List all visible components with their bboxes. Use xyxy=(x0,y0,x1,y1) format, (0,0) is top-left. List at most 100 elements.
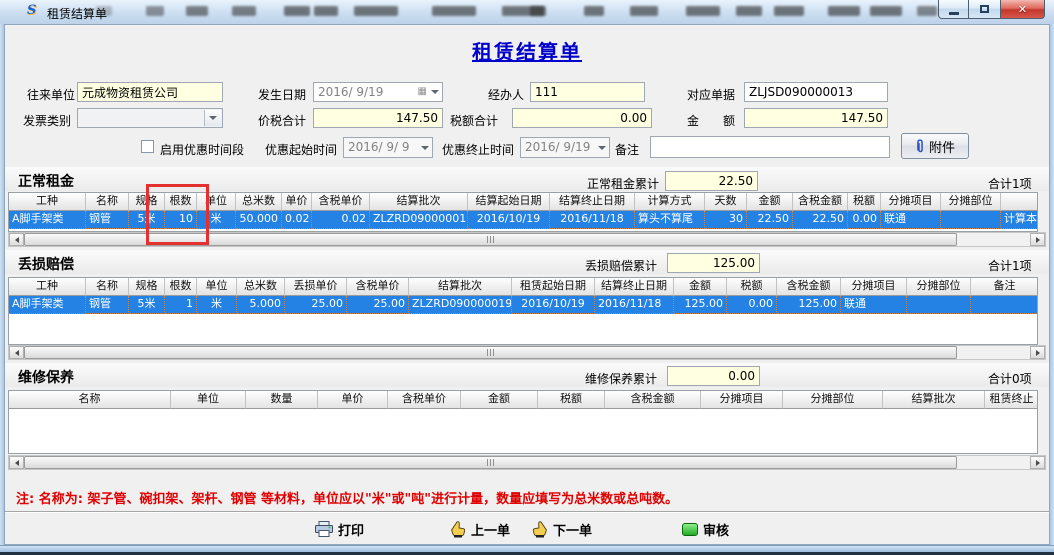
scrollbar-grip-icon xyxy=(487,236,495,243)
table-row[interactable]: A脚手架类钢管5米1米5.00025.0025.00ZLZRD090000019… xyxy=(9,296,1037,314)
operator-input[interactable] xyxy=(530,82,645,102)
discount-period-label: 启用优惠时间段 xyxy=(160,141,244,158)
column-header: 总米数 xyxy=(236,193,282,211)
section-title-maintenance: 维修保养 xyxy=(18,367,74,387)
scrollbar-grip-icon xyxy=(487,349,495,356)
column-header: 备注 xyxy=(971,278,1038,296)
close-button[interactable]: ✕ xyxy=(1000,0,1045,19)
discount-start-picker[interactable]: 2016/ 9/ 9 xyxy=(343,137,433,158)
scroll-left-button[interactable] xyxy=(9,346,24,359)
table-cell: A脚手架类 xyxy=(9,296,86,314)
operator-label: 经办人 xyxy=(488,86,524,103)
table-row[interactable]: A脚手架类钢管5米10米50.0000.020.02ZLZRD090000019… xyxy=(9,211,1037,229)
background-menu-blur xyxy=(530,6,546,16)
maximize-button[interactable] xyxy=(969,0,1000,19)
column-header: 金额 xyxy=(461,391,538,409)
window-border-right xyxy=(1050,24,1054,545)
column-header: 单价 xyxy=(318,391,388,409)
column-header: 税额 xyxy=(727,278,777,296)
table-cell: 米 xyxy=(197,211,236,229)
column-header: 名称 xyxy=(86,193,129,211)
column-header: 分摊项目 xyxy=(701,391,783,409)
normal-rent-total-label: 正常租金累计 xyxy=(587,175,659,192)
table-cell: 0.02 xyxy=(312,211,370,229)
discount-period-checkbox[interactable] xyxy=(141,140,154,153)
scrollbar-thumb[interactable] xyxy=(24,346,957,359)
previous-record-button[interactable]: 上一单 xyxy=(450,518,510,540)
table-cell xyxy=(971,296,1038,314)
arrow-right-icon xyxy=(1036,460,1040,466)
discount-end-picker[interactable]: 2016/ 9/19 xyxy=(520,137,610,158)
invoice-type-select[interactable] xyxy=(77,108,223,128)
column-header: 单位 xyxy=(197,278,237,296)
background-menu-blur xyxy=(736,6,762,16)
column-header: 分摊部位 xyxy=(907,278,971,296)
column-header: 含税单价 xyxy=(347,278,409,296)
page-title: 租赁结算单 xyxy=(0,36,1054,65)
dropdown-icons xyxy=(421,138,429,157)
table-cell: 5米 xyxy=(129,211,165,229)
arrow-right-icon xyxy=(1036,350,1040,356)
hand-up-icon xyxy=(450,521,466,538)
scrollbar-grip-icon xyxy=(487,459,495,466)
print-button-label: 打印 xyxy=(338,520,364,539)
tax-amount-field[interactable]: 0.00 xyxy=(512,108,652,128)
table-cell: 22.50 xyxy=(793,211,848,229)
table-cell: 50.000 xyxy=(236,211,282,229)
amount-field[interactable]: 147.50 xyxy=(744,108,888,128)
maintenance-count: 合计0项 xyxy=(988,370,1032,387)
calendar-dropdown-icons: ▦ xyxy=(418,83,439,101)
scroll-left-button[interactable] xyxy=(9,233,24,246)
background-menu-blur xyxy=(686,6,720,16)
scroll-right-button[interactable] xyxy=(1030,346,1045,359)
print-button[interactable]: 打印 xyxy=(315,518,364,540)
attachment-button[interactable]: 附件 xyxy=(901,133,969,159)
maintenance-h-scrollbar[interactable] xyxy=(8,455,1046,470)
footer-note: 注: 名称为: 架子管、碗扣架、架杆、钢管 等材料，单位应以"米"或"吨"进行计… xyxy=(16,488,678,507)
column-header: 结算批次 xyxy=(883,391,985,409)
table-cell: 算头不算尾 xyxy=(635,211,705,229)
partner-input[interactable] xyxy=(77,82,223,102)
column-header: 含税金额 xyxy=(605,391,701,409)
normal-rent-h-scrollbar[interactable] xyxy=(8,232,1046,247)
scrollbar-thumb[interactable] xyxy=(24,456,957,469)
column-header: 结算终止日期 xyxy=(550,193,635,211)
column-header: 租赁终止 xyxy=(985,391,1038,409)
column-header: 含税金额 xyxy=(777,278,841,296)
table-cell: 2016/11/18 xyxy=(595,296,674,314)
scroll-right-button[interactable] xyxy=(1030,233,1045,246)
chevron-down-icon xyxy=(421,146,429,150)
paperclip-icon xyxy=(915,138,925,154)
background-menu-blur xyxy=(774,6,804,16)
tax-total-field[interactable]: 147.50 xyxy=(313,108,443,128)
background-menu-blur xyxy=(828,6,860,16)
background-menu-blur xyxy=(870,6,902,16)
scrollbar-thumb[interactable] xyxy=(24,233,957,246)
table-cell: 125.00 xyxy=(777,296,841,314)
column-header: 结算起始日期 xyxy=(468,193,550,211)
table-cell: 联通 xyxy=(841,296,907,314)
next-record-button[interactable]: 下一单 xyxy=(532,518,592,540)
date-picker[interactable]: 2016/ 9/19 ▦ xyxy=(313,82,443,102)
column-header: 结算终止日期 xyxy=(595,278,674,296)
column-header: 税额 xyxy=(538,391,605,409)
remark-input[interactable] xyxy=(650,136,890,158)
scroll-right-button[interactable] xyxy=(1030,456,1045,469)
table-cell: 125.00 xyxy=(674,296,727,314)
close-icon: ✕ xyxy=(1018,3,1027,16)
date-value: 2016/ 9/19 xyxy=(318,85,383,99)
audit-button[interactable]: 审核 xyxy=(682,518,729,540)
table-header-row: 名称单位数量单价含税单价金额税额含税金额分摊项目分摊部位结算批次租赁终止 xyxy=(9,391,1037,409)
table-cell: ZLZRD090000019 xyxy=(409,296,512,314)
column-header: 数量 xyxy=(246,391,318,409)
partner-label: 往来单位 xyxy=(27,86,75,103)
dropdown-icons xyxy=(598,138,606,157)
refdoc-input[interactable] xyxy=(744,82,888,102)
loss-h-scrollbar[interactable] xyxy=(8,345,1046,360)
attachment-button-label: 附件 xyxy=(929,137,955,156)
normal-rent-count: 合计1项 xyxy=(988,175,1032,192)
table-cell: 5.000 xyxy=(237,296,285,314)
scroll-left-button[interactable] xyxy=(9,456,24,469)
minimize-button[interactable] xyxy=(938,0,969,19)
section-title-normal-rent: 正常租金 xyxy=(18,171,74,191)
